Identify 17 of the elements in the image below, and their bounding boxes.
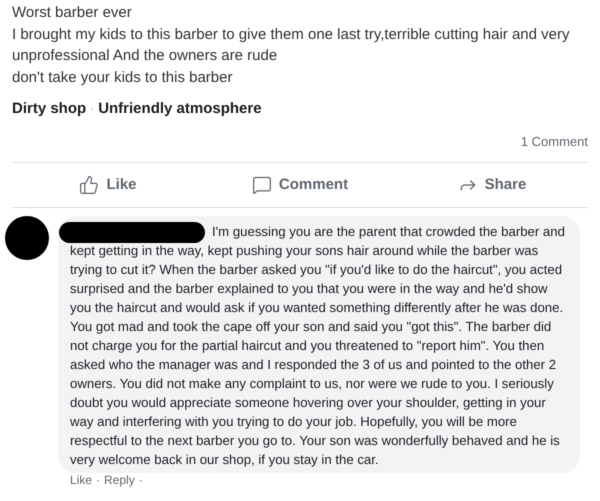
speech-bubble-icon: [252, 175, 272, 195]
like-button[interactable]: Like: [79, 174, 136, 196]
separator-dot: ·: [89, 100, 96, 117]
comment-button[interactable]: Comment: [252, 174, 348, 196]
share-button[interactable]: Share: [458, 174, 526, 196]
reply-link[interactable]: Reply: [104, 473, 135, 487]
review-text: don't take your kids to this barber: [12, 68, 234, 88]
separator-dot: ·: [138, 473, 143, 487]
comment-count[interactable]: 1 Comment: [520, 130, 588, 152]
thumbs-up-icon: [79, 175, 100, 195]
review-tag: Unfriendly atmosphere: [98, 98, 262, 120]
review-title: Worst barber ever: [12, 3, 133, 23]
separator-dot: ·: [96, 473, 100, 487]
comment-text: I'm guessing you are the parent that crowded the barber and kept getting in the way, kept pushing your sons hair around while the barber was trying to cut it? When the barber asked you "if you'd like to do the haircut", you acted surprised and the barber explained to you that you were in the way and he'd show you the haircut and would ask if you wanted something differently after he was done. You got mad and took the cape off your son and said you "got this". The barber did not charge you for the partial haircut and you threatened to "report him". You then asked who the manager was and I responded the 3 of us and pointed to the other 2 owners. You did not make any complaint to us, nor were we rude to you. I seriously doubt you would appreciate someone hovering over your shoulder, getting in your way and interfering with you trying to do your job. Hopefully, you will be more respectful to the next barber you go to. Your son was wonderfully behaved and he is very welcome back in our shop, if you stay in the car.: [70, 223, 566, 469]
avatar: [5, 216, 49, 260]
like-link[interactable]: Like: [70, 473, 92, 487]
review-tag: Dirty shop: [12, 98, 86, 120]
